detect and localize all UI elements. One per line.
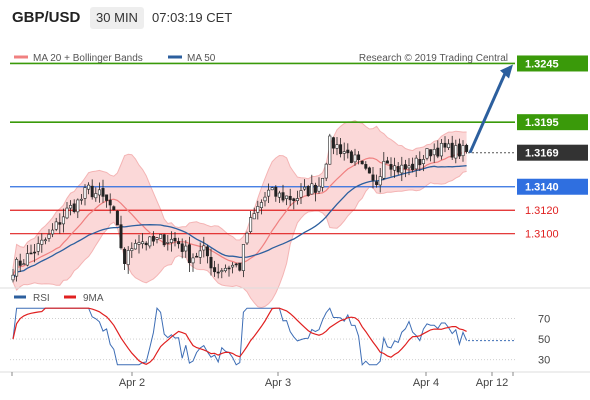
candle (245, 231, 249, 245)
level-label: 1.3195 (525, 117, 559, 129)
level-label: 1.3169 (525, 148, 559, 160)
candle (349, 150, 353, 164)
target-arrow (468, 64, 513, 154)
candle (159, 234, 163, 239)
legend-label: MA 20 + Bollinger Bands (33, 53, 143, 64)
watermark: Research © 2019 Trading Central (359, 53, 508, 64)
rsi-ma-line (12, 307, 467, 365)
candle (324, 162, 328, 182)
rsi-panel: RSI 9MA 70 50 30 (0, 287, 590, 367)
bollinger-band-area (13, 120, 467, 308)
x-tick-label: Apr 4 (413, 377, 439, 389)
candle (306, 184, 310, 197)
level-label: 1.3140 (525, 182, 559, 194)
level-labels: 1.3245 1.3195 1.3169 1.3140 1.3120 1.3100 (517, 55, 588, 241)
level-label: 1.3120 (525, 205, 559, 217)
candle (360, 160, 364, 165)
main-legend: MA 20 + Bollinger Bands MA 50 Research © 2… (14, 53, 508, 64)
rsi-tick: 50 (538, 334, 550, 346)
arrow-shaft (468, 72, 507, 154)
arrow-head (500, 64, 513, 79)
candle (238, 262, 242, 272)
level-label: 1.3100 (525, 229, 559, 241)
rsi-tick: 30 (538, 355, 550, 367)
x-tick-label: Apr 3 (265, 377, 291, 389)
candle (367, 166, 371, 174)
legend-label: MA 50 (187, 53, 216, 64)
candle (249, 210, 253, 234)
rsi-tick: 70 (538, 313, 550, 325)
candle (162, 233, 166, 248)
price-chart: MA 20 + Bollinger Bands MA 50 Research © 2… (0, 53, 590, 389)
candle (328, 133, 332, 165)
level-label: 1.3245 (525, 58, 559, 70)
candle (123, 247, 127, 271)
x-tick-label: Apr 2 (119, 377, 145, 389)
bollinger-bands (12, 120, 467, 309)
x-axis: Apr 2 Apr 3 Apr 4 Apr 12 (0, 371, 590, 389)
candle (115, 210, 119, 226)
rsi-legend-label: RSI (33, 293, 50, 304)
rsi-legend-label: 9MA (83, 293, 104, 304)
x-tick-label: Apr 12 (476, 377, 508, 389)
